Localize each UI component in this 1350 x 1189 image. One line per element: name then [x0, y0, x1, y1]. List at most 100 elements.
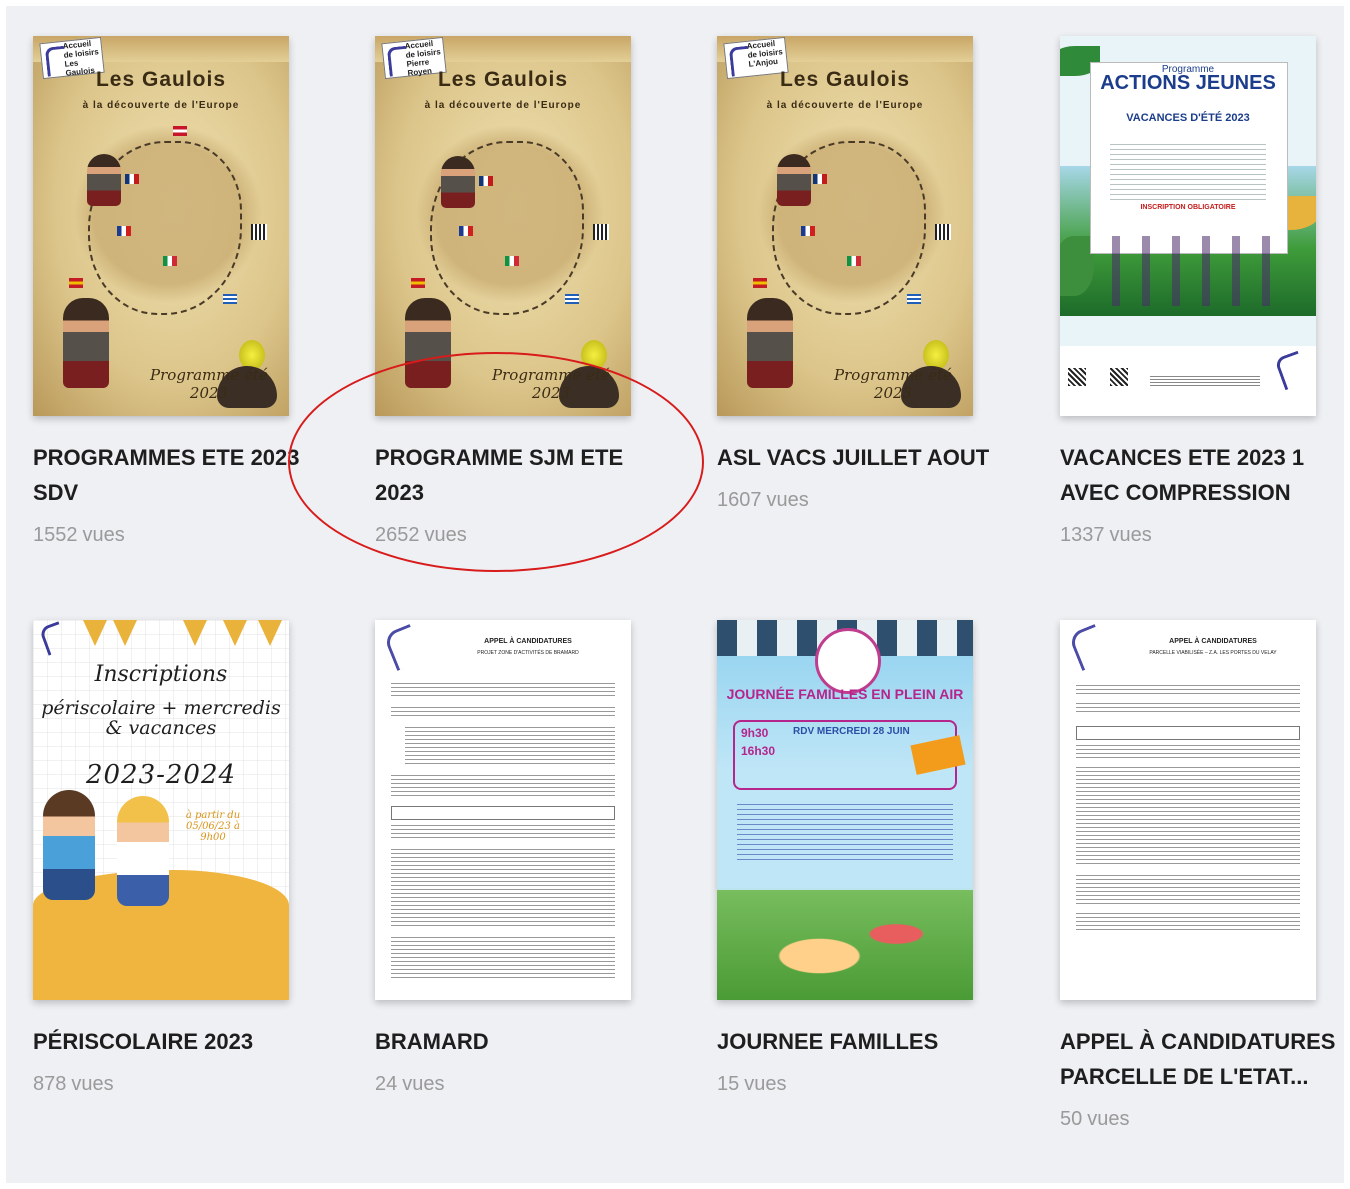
gaul-figure — [777, 154, 811, 206]
publication-cover[interactable]: JOURNÉE FAMILLES EN PLEIN AIR 9h30 16h30… — [717, 620, 973, 1000]
publication-title[interactable]: PROGRAMME SJM ETE 2023 — [375, 440, 665, 510]
publication-cover[interactable]: Programme ACTIONS JEUNES VACANCES D'ÉTÉ … — [1060, 36, 1316, 416]
publication-title[interactable]: VACANCES ETE 2023 1 AVEC COMPRESSION — [1060, 440, 1350, 510]
boy-character — [43, 790, 95, 900]
publication-title[interactable]: ASL VACS JUILLET AOUT — [717, 440, 1007, 475]
italy-flag-icon — [163, 256, 177, 266]
logo — [38, 621, 69, 656]
publication-title[interactable]: PÉRISCOLAIRE 2023 — [33, 1024, 323, 1059]
doc-title: APPEL À CANDIDATURES — [1169, 638, 1257, 645]
view-count: 50 vues — [1060, 1108, 1130, 1130]
poster-subtitle: à la découverte de l'Europe — [424, 100, 582, 111]
poster-title: Les Gaulois — [779, 68, 911, 91]
gaul-character — [405, 298, 451, 388]
view-count: 15 vues — [717, 1073, 787, 1095]
logo-badge — [815, 628, 881, 694]
doc-section-box — [1076, 726, 1300, 740]
qr-code-icon — [1068, 368, 1086, 386]
flag-icon — [173, 126, 187, 136]
publication-title[interactable]: JOURNEE FAMILLES — [717, 1024, 1007, 1059]
pennant-decoration — [83, 620, 107, 646]
greece-flag-icon — [907, 294, 921, 304]
doc-text — [391, 824, 615, 840]
publication-cover[interactable]: Accueil de loisirs Pierre Royen Les Gaul… — [375, 36, 631, 416]
france-flag-icon — [117, 226, 131, 236]
doc-text — [391, 774, 615, 798]
poster-subtitle: périscolaire + mercredis & vacances — [41, 697, 281, 739]
people-silhouettes — [1100, 236, 1276, 306]
publication-cover[interactable]: Accueil de loisirs L'Anjou Les Gaulois à… — [717, 36, 973, 416]
girl-character — [117, 796, 169, 906]
poster-subtitle: à la découverte de l'Europe — [82, 100, 240, 111]
poster-title: JOURNÉE FAMILLES EN PLEIN AIR — [726, 686, 964, 702]
spain-flag-icon — [753, 278, 767, 288]
publication-title[interactable]: APPEL À CANDIDATURES PARCELLE DE L'ETAT.… — [1060, 1024, 1350, 1094]
doc-subtitle: PARCELLE VIABILISÉE – Z.A. LES PORTES DU… — [1149, 650, 1277, 656]
publication-cover[interactable]: Inscriptions périscolaire + mercredis & … — [33, 620, 289, 1000]
greece-flag-icon — [565, 294, 579, 304]
logo — [1067, 623, 1110, 672]
logo — [1274, 350, 1309, 391]
doc-text — [1076, 744, 1300, 758]
poster-footer: Programme été 2023 — [150, 366, 268, 402]
spain-flag-icon — [411, 278, 425, 288]
spain-flag-icon — [69, 278, 83, 288]
publication-cover[interactable]: Accueil de loisirs Les Gaulois Les Gaulo… — [33, 36, 289, 416]
france-flag-icon — [459, 226, 473, 236]
publication-card[interactable]: APPEL À CANDIDATURES PARCELLE VIABILISÉE… — [1060, 620, 1350, 1131]
poster-title: Les Gaulois — [437, 68, 569, 91]
poster-date: à partir du 05/06/23 à 9h00 — [185, 810, 241, 843]
publication-card[interactable]: Accueil de loisirs Les Gaulois Les Gaulo… — [33, 36, 333, 547]
poster-year: 2023-2024 — [85, 760, 237, 790]
doc-text — [1076, 912, 1300, 932]
doc-subtitle: PROJET ZONE D'ACTIVITÉS DE BRAMARD — [477, 650, 579, 656]
publication-card[interactable]: Inscriptions périscolaire + mercredis & … — [33, 620, 333, 1096]
publication-card[interactable]: Accueil de loisirs L'Anjou Les Gaulois à… — [717, 36, 1017, 512]
publication-title[interactable]: PROGRAMMES ETE 2023 SDV — [33, 440, 323, 510]
view-count: 878 vues — [33, 1073, 114, 1095]
pennant-decoration — [223, 620, 247, 646]
poster-text — [1110, 140, 1266, 200]
qr-code-icon — [251, 224, 267, 240]
publication-cover[interactable]: APPEL À CANDIDATURES PROJET ZONE D'ACTIV… — [375, 620, 631, 1000]
gaul-character — [747, 298, 793, 388]
publication-card[interactable]: Programme ACTIONS JEUNES VACANCES D'ÉTÉ … — [1060, 36, 1350, 547]
gaul-figure — [441, 156, 475, 208]
gaul-character — [63, 298, 109, 388]
doc-section-box — [391, 806, 615, 820]
gaul-figure — [87, 154, 121, 206]
qr-code-icon — [1110, 368, 1128, 386]
poster-subtitle: VACANCES D'ÉTÉ 2023 — [1126, 112, 1250, 124]
park-illustration — [717, 890, 973, 1000]
poster-subtitle: à la découverte de l'Europe — [766, 100, 924, 111]
greece-flag-icon — [223, 294, 237, 304]
doc-title: APPEL À CANDIDATURES — [484, 638, 572, 645]
doc-text — [391, 936, 615, 980]
pennant-decoration — [183, 620, 207, 646]
publication-title[interactable]: BRAMARD — [375, 1024, 665, 1059]
doc-text — [391, 848, 615, 928]
poster-text — [737, 800, 953, 860]
publication-card[interactable]: JOURNÉE FAMILLES EN PLEIN AIR 9h30 16h30… — [717, 620, 1017, 1096]
publication-card[interactable]: Accueil de loisirs Pierre Royen Les Gaul… — [375, 36, 675, 547]
footer-text — [1150, 374, 1260, 386]
uk-flag-icon — [479, 176, 493, 186]
doc-text — [391, 706, 615, 718]
italy-flag-icon — [505, 256, 519, 266]
view-count: 1337 vues — [1060, 524, 1152, 546]
uk-flag-icon — [125, 174, 139, 184]
logo — [382, 623, 425, 672]
pennant-decoration — [113, 620, 137, 646]
view-count: 2652 vues — [375, 524, 467, 546]
view-count: 1607 vues — [717, 489, 809, 511]
publication-cover[interactable]: APPEL À CANDIDATURES PARCELLE VIABILISÉE… — [1060, 620, 1316, 1000]
poster-footer: Programme été 2023 — [834, 366, 952, 402]
doc-text — [1076, 766, 1300, 866]
poster-title: Les Gaulois — [95, 68, 227, 91]
publication-card[interactable]: APPEL À CANDIDATURES PROJET ZONE D'ACTIV… — [375, 620, 675, 1096]
view-count: 1552 vues — [33, 524, 125, 546]
qr-code-icon — [593, 224, 609, 240]
doc-text — [1076, 702, 1300, 714]
doc-text — [391, 682, 615, 698]
poster-note: INSCRIPTION OBLIGATOIRE — [1140, 204, 1236, 211]
